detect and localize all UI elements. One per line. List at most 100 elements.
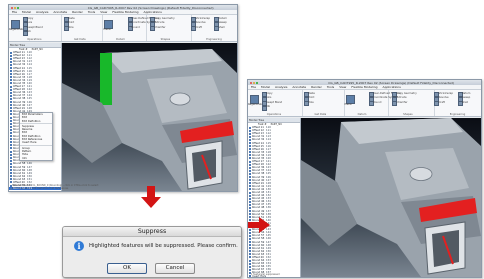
ribbon-tool-label[interactable]: Swept Blend <box>27 26 43 29</box>
ribbon-tool-label[interactable]: Sweep <box>218 21 227 24</box>
cancel-button[interactable]: Cancel <box>155 263 195 274</box>
feature-icon <box>10 138 12 141</box>
feature-icon <box>10 51 12 54</box>
minimize-window-icon[interactable] <box>14 6 16 9</box>
highlighted-green-face[interactable] <box>100 53 112 105</box>
ribbon-tool-label[interactable]: Swept Blend <box>266 101 282 104</box>
ribbon-tool-label[interactable]: Chamfer <box>396 101 407 104</box>
menu-item[interactable]: Tools <box>88 10 95 14</box>
menu-item[interactable]: Model <box>22 10 31 14</box>
ribbon-tool-label[interactable]: Round <box>373 101 381 104</box>
left-ribbon: Operations Get Data Datum Shapes Engineering… <box>9 15 237 42</box>
right-3d-viewport[interactable] <box>301 118 481 277</box>
feature-icon <box>10 85 12 88</box>
menu-item[interactable]: File <box>12 10 17 14</box>
menu-item[interactable]: Analysis <box>36 10 48 14</box>
close-window-icon[interactable] <box>11 6 13 9</box>
ribbon-tool-label[interactable]: Extrude <box>396 96 406 99</box>
menu-item[interactable]: Render <box>72 10 83 14</box>
part-opening-inner <box>192 149 216 182</box>
ribbon-tool-label[interactable]: Axis <box>27 21 32 24</box>
menu-item[interactable]: Analysis <box>275 85 287 89</box>
ribbon-tool-label[interactable]: Point <box>308 96 314 99</box>
plane-label: Plane <box>103 28 111 31</box>
feature-icon <box>10 144 12 147</box>
feature-icon <box>249 179 251 182</box>
menu-item[interactable]: Model <box>261 85 270 89</box>
column-part-number[interactable]: PART_NU <box>32 48 44 51</box>
menu-item[interactable]: Applications <box>144 10 162 14</box>
feature-icon <box>10 175 12 178</box>
feature-icon <box>249 142 251 145</box>
feature-icon <box>10 153 12 156</box>
left-3d-viewport[interactable] <box>62 43 237 191</box>
feature-icon <box>249 191 251 194</box>
right-ribbon: Operations Get Data Datum Shapes Engineering… <box>248 90 481 117</box>
dialog-message: Highlighted features will be suppressed.… <box>89 243 238 249</box>
maximize-window-icon[interactable] <box>17 6 19 9</box>
menu-item[interactable]: View <box>100 10 107 14</box>
ribbon-tool-label[interactable]: Shrinkwrap <box>438 92 453 95</box>
menu-item[interactable]: Flexible Modeling <box>351 85 377 89</box>
maximize-window-icon[interactable] <box>256 81 258 84</box>
right-status-line: 1 feature(s) suppressed <box>251 273 280 276</box>
context-menu-item[interactable]: Insert Here <box>20 141 52 144</box>
ribbon-tool-label[interactable]: Point <box>68 21 74 24</box>
ribbon-tool-label[interactable]: Paste <box>308 92 315 95</box>
feature-icon <box>249 213 251 216</box>
ribbon-group-label: Operations <box>266 113 282 116</box>
ribbon-tool-label[interactable]: Axis <box>266 96 271 99</box>
ribbon-tool-label[interactable]: Shrinkwrap <box>195 17 210 20</box>
feature-icon <box>249 132 251 135</box>
ribbon-tool-label[interactable]: Copy <box>266 92 273 95</box>
ribbon-tool-label[interactable]: Hole <box>68 26 74 29</box>
ok-button[interactable]: OK <box>107 263 147 274</box>
ribbon-tool-label[interactable]: Sweep <box>462 96 471 99</box>
feature-icon <box>10 101 12 104</box>
ribbon-tool-label[interactable]: Datum <box>218 17 227 20</box>
ribbon-group-label: Get Data <box>314 113 327 116</box>
menu-item[interactable]: Annotate <box>292 85 306 89</box>
feature-icon <box>10 63 12 66</box>
ribbon-tool-label[interactable]: Datum <box>462 92 471 95</box>
info-icon: i <box>74 241 84 251</box>
feature-icon <box>249 265 251 268</box>
ribbon-group-label: Get Data <box>73 38 86 41</box>
ribbon-tool-label[interactable]: Extrude <box>154 21 164 24</box>
column-part-number[interactable]: PART_NU <box>271 123 283 126</box>
menu-item[interactable]: Flexible Modeling <box>112 10 138 14</box>
context-menu-item[interactable]: Edit Definition <box>20 120 52 123</box>
feature-icon <box>249 247 251 250</box>
context-menu-item[interactable]: Info <box>20 157 52 160</box>
feature-icon <box>249 268 251 271</box>
menu-item[interactable]: File <box>251 85 256 89</box>
part-boss <box>409 167 433 181</box>
menu-item[interactable]: Applications <box>383 85 401 89</box>
ribbon-tool-label[interactable]: Hole <box>308 101 314 104</box>
ribbon-tool-label[interactable]: Draft <box>438 101 445 104</box>
menu-item[interactable]: Tools <box>327 85 334 89</box>
ribbon-tool-label[interactable]: Shell <box>462 101 468 104</box>
ribbon-tool-label[interactable]: Copy Geometry <box>396 92 416 95</box>
right-arrow-icon <box>248 217 270 233</box>
close-window-icon[interactable] <box>250 81 252 84</box>
ribbon-tool-label[interactable]: Draft <box>195 26 202 29</box>
ribbon-tool-label[interactable]: Rib <box>27 30 31 33</box>
left-model-graphic <box>62 49 237 191</box>
feature-icon <box>249 241 251 244</box>
ribbon-tool-label[interactable]: Shell <box>218 26 224 29</box>
menu-item[interactable]: Annotate <box>53 10 67 14</box>
ribbon-tool-label[interactable]: Revolve <box>438 96 448 99</box>
menu-item[interactable]: Render <box>311 85 322 89</box>
ribbon-tool-label[interactable]: Paste <box>68 17 75 20</box>
ribbon-tool-label[interactable]: Chamfer <box>154 26 165 29</box>
minimize-window-icon[interactable] <box>253 81 255 84</box>
menu-item[interactable]: View <box>339 85 346 89</box>
ribbon-tool-label[interactable]: Copy <box>27 17 34 20</box>
ribbon-tool-label[interactable]: Revolve <box>195 21 205 24</box>
ribbon-tool-label[interactable]: Rib <box>266 105 270 108</box>
ribbon-tool-label[interactable]: Round <box>132 26 140 29</box>
feature-icon <box>10 166 12 169</box>
ribbon-tool-label[interactable]: Copy Geometry <box>154 17 174 20</box>
ribbon-group-label: Engineering <box>449 113 466 116</box>
